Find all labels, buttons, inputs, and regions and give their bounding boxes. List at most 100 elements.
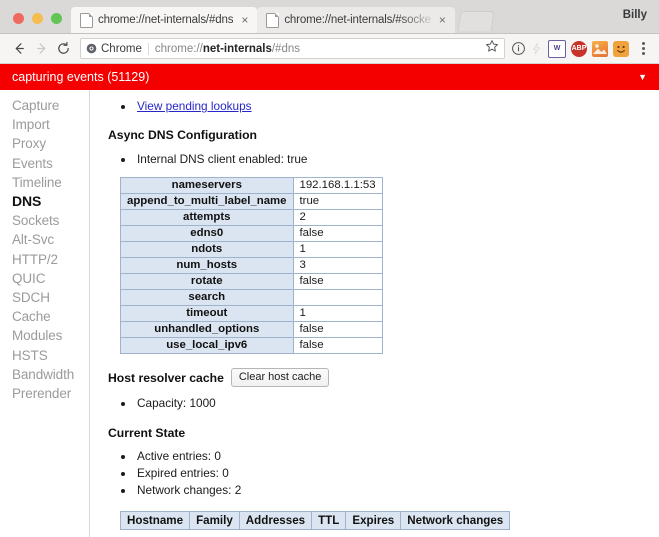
profile-name[interactable]: Billy bbox=[623, 9, 647, 21]
page-body: Capture Import Proxy Events Timeline DNS… bbox=[0, 90, 659, 537]
site-identity-chip[interactable]: Chrome bbox=[86, 42, 149, 55]
sidebar-item-prerender[interactable]: Prerender bbox=[12, 384, 89, 403]
cache-capacity-list: Capacity: 1000 bbox=[108, 395, 659, 412]
dot bbox=[641, 47, 645, 50]
sidebar-item-alt-svc[interactable]: Alt-Svc bbox=[12, 230, 89, 249]
page-info-button[interactable] bbox=[511, 41, 526, 56]
back-button[interactable] bbox=[8, 38, 30, 60]
config-key: edns0 bbox=[120, 225, 294, 242]
forward-button[interactable] bbox=[30, 38, 52, 60]
dns-config-table: nameservers 192.168.1.1:53 append_to_mul… bbox=[120, 177, 383, 354]
dot bbox=[641, 42, 645, 45]
site-identity-label: Chrome bbox=[101, 42, 142, 55]
config-key: ndots bbox=[120, 241, 294, 258]
close-window-button[interactable] bbox=[13, 13, 24, 24]
info-circle-icon bbox=[512, 42, 525, 55]
config-value: 1 bbox=[292, 241, 383, 258]
column-header-addresses[interactable]: Addresses bbox=[238, 511, 313, 530]
config-value: false bbox=[292, 273, 383, 290]
sidebar-item-sdch[interactable]: SDCH bbox=[12, 288, 89, 307]
image-extension-icon[interactable] bbox=[592, 40, 608, 57]
column-header-hostname[interactable]: Hostname bbox=[119, 511, 191, 530]
config-key: search bbox=[120, 289, 294, 306]
sidebar-item-cache[interactable]: Cache bbox=[12, 307, 89, 326]
emoji-extension-icon[interactable] bbox=[613, 40, 629, 57]
table-row: ndots 1 bbox=[120, 241, 383, 258]
pending-lookups-list: View pending lookups bbox=[108, 98, 659, 115]
table-row: rotate false bbox=[120, 273, 383, 290]
list-item: Internal DNS client enabled: true bbox=[135, 151, 659, 168]
list-item: Network changes: 2 bbox=[135, 482, 659, 499]
sidebar-item-import[interactable]: Import bbox=[12, 115, 89, 134]
sidebar-item-http2[interactable]: HTTP/2 bbox=[12, 250, 89, 269]
zoom-window-button[interactable] bbox=[51, 13, 62, 24]
address-bar[interactable]: Chrome chrome://net-internals/#dns bbox=[80, 38, 505, 59]
config-value: 1 bbox=[292, 305, 383, 322]
async-dns-configuration-heading: Async DNS Configuration bbox=[108, 128, 257, 142]
column-header-expires[interactable]: Expires bbox=[345, 511, 402, 530]
config-value: false bbox=[292, 225, 383, 242]
capture-status-text: capturing events (51129) bbox=[12, 70, 150, 84]
sidebar-item-capture[interactable]: Capture bbox=[12, 96, 89, 115]
sidebar-item-quic[interactable]: QUIC bbox=[12, 269, 89, 288]
sidebar-item-hsts[interactable]: HSTS bbox=[12, 346, 89, 365]
window-controls bbox=[0, 13, 71, 33]
adblock-plus-extension-icon[interactable]: ABP bbox=[571, 40, 587, 57]
new-tab-button[interactable] bbox=[457, 11, 495, 31]
config-key: nameservers bbox=[120, 177, 294, 194]
config-key: unhandled_options bbox=[120, 321, 294, 338]
browser-window: chrome://net-internals/#dns × chrome://n… bbox=[0, 0, 659, 537]
tab-dns[interactable]: chrome://net-internals/#dns × bbox=[71, 7, 258, 33]
reload-button[interactable] bbox=[52, 38, 74, 60]
config-value bbox=[292, 289, 383, 306]
tab-strip: chrome://net-internals/#dns × chrome://n… bbox=[0, 0, 659, 34]
picture-glyph-icon bbox=[593, 43, 607, 54]
view-pending-lookups-link[interactable]: View pending lookups bbox=[137, 99, 252, 113]
table-row: timeout 1 bbox=[120, 305, 383, 322]
lightning-bolt-icon[interactable] bbox=[530, 42, 543, 55]
config-value: false bbox=[292, 321, 383, 338]
url-suffix: /#dns bbox=[271, 42, 300, 55]
sidebar: Capture Import Proxy Events Timeline DNS… bbox=[0, 90, 90, 537]
capture-status-banner[interactable]: capturing events (51129) ▼ bbox=[0, 64, 659, 90]
sidebar-item-dns[interactable]: DNS bbox=[12, 192, 89, 211]
reload-icon bbox=[57, 41, 69, 54]
sidebar-item-events[interactable]: Events bbox=[12, 154, 89, 173]
column-header-ttl[interactable]: TTL bbox=[311, 511, 347, 530]
clear-host-cache-button[interactable]: Clear host cache bbox=[230, 368, 330, 387]
dns-panel: View pending lookups Async DNS Configura… bbox=[90, 90, 659, 537]
close-icon[interactable]: × bbox=[238, 14, 251, 26]
config-key: append_to_multi_label_name bbox=[120, 193, 294, 210]
config-value: 2 bbox=[292, 209, 383, 226]
column-header-family[interactable]: Family bbox=[189, 511, 240, 530]
list-item: View pending lookups bbox=[135, 98, 659, 115]
config-value: true bbox=[292, 193, 383, 210]
page-favicon-icon bbox=[80, 12, 93, 28]
sidebar-item-bandwidth[interactable]: Bandwidth bbox=[12, 365, 89, 384]
table-row: attempts 2 bbox=[120, 209, 383, 226]
table-row: append_to_multi_label_name true bbox=[120, 193, 383, 210]
sidebar-item-sockets[interactable]: Sockets bbox=[12, 211, 89, 230]
column-header-network-changes[interactable]: Network changes bbox=[400, 511, 511, 530]
config-key: rotate bbox=[120, 273, 294, 290]
config-key: use_local_ipv6 bbox=[120, 337, 294, 354]
chevron-down-icon[interactable]: ▼ bbox=[638, 72, 647, 82]
table-row: use_local_ipv6 false bbox=[120, 337, 383, 354]
config-key: timeout bbox=[120, 305, 294, 322]
sidebar-item-modules[interactable]: Modules bbox=[12, 326, 89, 345]
close-icon[interactable]: × bbox=[436, 14, 449, 26]
browser-toolbar: Chrome chrome://net-internals/#dns W ABP bbox=[0, 34, 659, 64]
tab-title: chrome://net-internals/#socke bbox=[284, 14, 431, 26]
office-extension-icon[interactable]: W bbox=[548, 39, 566, 58]
sidebar-item-proxy[interactable]: Proxy bbox=[12, 134, 89, 153]
bookmark-star-icon[interactable] bbox=[479, 39, 499, 58]
minimize-window-button[interactable] bbox=[32, 13, 43, 24]
list-item: Active entries: 0 bbox=[135, 448, 659, 465]
chrome-menu-button[interactable] bbox=[635, 39, 651, 59]
sidebar-item-timeline[interactable]: Timeline bbox=[12, 173, 89, 192]
table-row: edns0 false bbox=[120, 225, 383, 242]
internal-dns-client-list: Internal DNS client enabled: true bbox=[108, 151, 659, 168]
table-row: search bbox=[120, 289, 383, 306]
config-value: 192.168.1.1:53 bbox=[292, 177, 383, 194]
tab-sockets[interactable]: chrome://net-internals/#socke × bbox=[257, 7, 455, 33]
